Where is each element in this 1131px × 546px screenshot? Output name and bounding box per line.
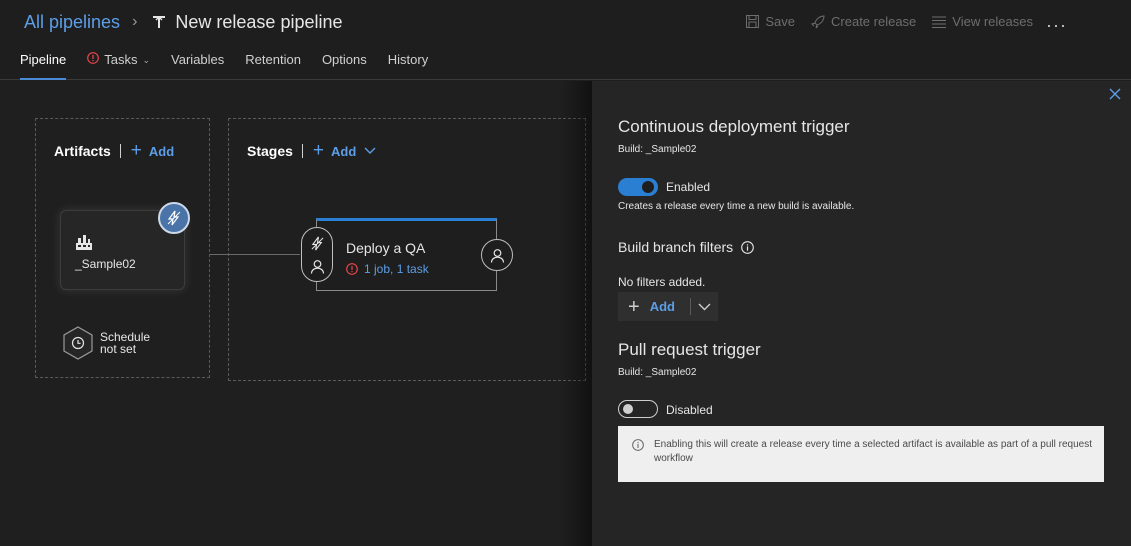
more-actions-button[interactable]: ··· — [1046, 15, 1067, 36]
schedule-trigger-button[interactable]: Schedule not set — [62, 326, 150, 360]
add-filter-dropdown-button[interactable] — [691, 292, 718, 321]
divider — [301, 144, 303, 158]
toggle-knob — [623, 404, 633, 414]
cd-trigger-title: Continuous deployment trigger — [618, 117, 850, 136]
plus-icon: + — [312, 140, 325, 161]
rocket-icon — [811, 14, 825, 28]
lightning-icon — [167, 210, 181, 226]
tab-history[interactable]: History — [388, 52, 428, 80]
stage-summary: 1 job, 1 task — [364, 262, 429, 276]
add-filter-button[interactable]: + Add — [618, 292, 690, 321]
artifacts-heading: Artifacts — [54, 143, 111, 159]
chevron-down-icon: ⌄ — [142, 55, 151, 65]
trigger-settings-panel: Continuous deployment trigger Build: _Sa… — [592, 81, 1131, 546]
create-release-label: Create release — [831, 14, 917, 29]
stages-heading: Stages — [247, 143, 293, 159]
chevron-down-icon — [364, 147, 376, 154]
artifact-name: _Sample02 — [75, 257, 136, 271]
stage-card[interactable]: Deploy a QA 1 job, 1 task — [316, 218, 497, 291]
user-icon — [490, 248, 504, 263]
save-button[interactable]: Save — [746, 14, 795, 29]
plus-icon: + — [628, 295, 640, 318]
tab-retention-label: Retention — [245, 52, 301, 67]
build-icon — [76, 235, 92, 250]
stage-name: Deploy a QA — [346, 240, 426, 256]
stages-header: Stages + Add — [247, 140, 376, 161]
add-artifact-label: Add — [148, 143, 175, 159]
pr-trigger-title: Pull request trigger — [618, 340, 761, 359]
tab-pipeline-label: Pipeline — [20, 52, 67, 67]
pr-trigger-build: Build: _Sample02 — [618, 367, 697, 378]
filter-add-control: + Add — [618, 292, 718, 321]
info-icon[interactable] — [741, 240, 755, 254]
warning-icon — [346, 263, 358, 275]
divider — [119, 144, 121, 158]
chevron-down-icon — [698, 303, 711, 310]
pr-info-message: Enabling this will create a release ever… — [618, 426, 1104, 482]
pr-trigger-toggle[interactable] — [618, 400, 658, 418]
toggle-knob — [642, 181, 654, 193]
breadcrumb: All pipelines › New release pipeline — [24, 10, 343, 34]
cd-trigger-toggle[interactable] — [618, 178, 658, 196]
tab-variables-label: Variables — [171, 52, 225, 67]
close-icon[interactable] — [1108, 87, 1122, 101]
tab-tasks-label: Tasks — [104, 52, 138, 67]
schedule-label-line2: not set — [100, 342, 137, 356]
tab-history-label: History — [387, 52, 429, 67]
tab-pipeline[interactable]: Pipeline — [20, 52, 67, 80]
tab-variables[interactable]: Variables — [171, 52, 224, 80]
create-release-button[interactable]: Create release — [811, 14, 916, 29]
pr-info-text: Enabling this will create a release ever… — [654, 439, 1093, 464]
cd-trigger-build: Build: _Sample02 — [618, 144, 697, 155]
add-filter-label: Add — [649, 299, 675, 314]
page-header: All pipelines › New release pipeline Sav… — [0, 0, 1131, 80]
user-icon — [310, 260, 325, 274]
list-icon — [932, 16, 947, 28]
pr-trigger-toggle-label: Disabled — [666, 403, 713, 417]
branch-filters-title: Build branch filters — [618, 239, 734, 255]
tab-options[interactable]: Options — [322, 52, 367, 80]
artifact-stage-connector — [210, 254, 300, 255]
plus-icon: + — [130, 140, 142, 161]
add-artifact-button[interactable]: + Add — [130, 140, 175, 161]
add-stage-button[interactable]: + Add — [312, 140, 376, 161]
branch-filters-heading: Build branch filters — [618, 239, 755, 255]
tab-tasks[interactable]: Tasks ⌄ — [87, 52, 150, 80]
artifacts-header: Artifacts + Add — [54, 140, 175, 161]
stage-jobs-link[interactable]: 1 job, 1 task — [346, 262, 429, 276]
chevron-right-icon: › — [132, 13, 138, 30]
breadcrumb-all-pipelines-link[interactable]: All pipelines — [24, 12, 120, 33]
add-stage-label: Add — [331, 143, 357, 159]
tab-options-label: Options — [321, 52, 367, 67]
post-deployment-conditions-button[interactable] — [481, 239, 513, 271]
panel-shadow — [560, 81, 592, 546]
schedule-label: Schedule not set — [100, 331, 150, 355]
tab-retention[interactable]: Retention — [245, 52, 301, 80]
pre-deployment-conditions-button[interactable] — [301, 227, 333, 282]
page-title: New release pipeline — [175, 11, 343, 32]
save-label: Save — [765, 14, 796, 29]
save-icon — [746, 15, 760, 28]
info-icon — [632, 439, 644, 451]
view-releases-label: View releases — [952, 14, 1033, 29]
view-releases-button[interactable]: View releases — [932, 14, 1033, 29]
clock-icon — [63, 326, 93, 360]
cd-trigger-toggle-label: Enabled — [666, 180, 711, 194]
cd-trigger-description: Creates a release every time a new build… — [618, 201, 855, 212]
continuous-deployment-trigger-button[interactable] — [158, 202, 190, 234]
tab-bar: Pipeline Tasks ⌄ Variables Retention Opt… — [20, 52, 449, 80]
release-pipeline-icon — [151, 14, 167, 30]
toolbar: Save Create release View releases — [730, 14, 1033, 29]
lightning-icon — [311, 236, 324, 251]
warning-icon — [87, 52, 100, 64]
no-filters-text: No filters added. — [618, 275, 706, 289]
